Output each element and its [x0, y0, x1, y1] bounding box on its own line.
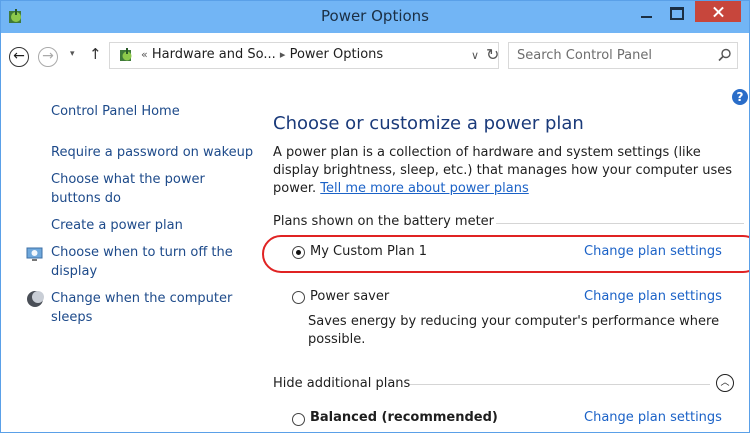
- sidebar: Control Panel Home Require a password on…: [1, 87, 256, 432]
- chevron-down-icon: ∨: [471, 49, 480, 62]
- back-button[interactable]: ←: [9, 47, 29, 67]
- sidebar-item-require-password[interactable]: Require a password on wakeup: [51, 143, 253, 162]
- search-placeholder: Search Control Panel: [517, 48, 652, 63]
- page-title: Choose or customize a power plan: [273, 113, 584, 134]
- breadcrumb: « Hardware and So... ▸ Power Options: [141, 47, 383, 62]
- navigation-bar: ← → ▾ ↑ « Hardware and So... ▸ Power Opt…: [1, 33, 749, 87]
- chevron-up-icon: ︿: [720, 378, 730, 388]
- sidebar-item-label: sleeps: [51, 310, 93, 325]
- sidebar-item-label: Change when the computer: [51, 291, 233, 306]
- sidebar-item-label: Create a power plan: [51, 218, 183, 233]
- section-divider: [410, 384, 710, 385]
- sidebar-item-computer-sleeps[interactable]: Change when the computer sleeps: [51, 289, 232, 327]
- section-heading-battery-plans: Plans shown on the battery meter: [273, 214, 495, 229]
- up-arrow-icon: ↑: [89, 45, 102, 63]
- sidebar-item-label: buttons do: [51, 191, 121, 206]
- change-plan-settings-link[interactable]: Change plan settings: [584, 289, 722, 304]
- sidebar-item-label: Choose when to turn off the: [51, 245, 233, 260]
- title-bar[interactable]: Power Options: [1, 1, 749, 33]
- plan-radio-my-custom-plan[interactable]: [292, 246, 305, 259]
- forward-button[interactable]: →: [38, 47, 58, 67]
- search-icon[interactable]: [717, 47, 733, 63]
- sidebar-item-turn-off-display[interactable]: Choose when to turn off the display: [51, 243, 233, 281]
- breadcrumb-overflow[interactable]: «: [141, 48, 148, 61]
- control-panel-icon: [120, 48, 132, 61]
- address-bar[interactable]: « Hardware and So... ▸ Power Options ∨ ↻: [109, 42, 499, 69]
- page-description: A power plan is a collection of hardware…: [273, 144, 743, 198]
- up-button[interactable]: ↑: [89, 45, 102, 63]
- sidebar-item-label: display: [51, 264, 98, 279]
- main-content: ? Choose or customize a power plan A pow…: [256, 87, 749, 432]
- display-icon: [26, 247, 43, 261]
- refresh-icon: ↻: [486, 45, 500, 64]
- breadcrumb-power-options[interactable]: Power Options: [290, 47, 384, 62]
- sidebar-item-label: Require a password on wakeup: [51, 145, 254, 160]
- minimize-button[interactable]: [633, 1, 659, 25]
- plan-name-power-saver[interactable]: Power saver: [310, 289, 389, 304]
- section-divider: [496, 223, 744, 224]
- back-arrow-icon: ←: [13, 48, 25, 64]
- refresh-button[interactable]: ↻: [486, 45, 499, 64]
- collapse-plans-button[interactable]: ︿: [716, 374, 734, 392]
- change-plan-settings-link[interactable]: Change plan settings: [584, 410, 722, 425]
- breadcrumb-hardware-and-sound[interactable]: Hardware and So...: [152, 47, 276, 62]
- sidebar-item-create-power-plan[interactable]: Create a power plan: [51, 216, 183, 235]
- plan-description-power-saver: Saves energy by reducing your computer's…: [308, 314, 720, 347]
- recent-locations-dropdown[interactable]: ▾: [70, 49, 75, 59]
- section-heading-hidden-plans[interactable]: Hide additional plans: [273, 376, 410, 391]
- sleep-moon-icon: [27, 291, 44, 307]
- breadcrumb-separator[interactable]: ▸: [280, 48, 286, 61]
- chevron-down-icon: ▾: [70, 49, 75, 59]
- change-plan-settings-link[interactable]: Change plan settings: [584, 244, 722, 259]
- sidebar-item-label: Choose what the power: [51, 172, 205, 187]
- plan-name-my-custom-plan[interactable]: My Custom Plan 1: [310, 244, 427, 259]
- forward-arrow-icon: →: [42, 48, 54, 64]
- sidebar-item-power-buttons[interactable]: Choose what the power buttons do: [51, 170, 205, 208]
- help-icon[interactable]: ?: [732, 89, 748, 105]
- plan-name-balanced[interactable]: Balanced (recommended): [310, 410, 498, 425]
- maximize-button[interactable]: [663, 1, 689, 25]
- learn-more-link[interactable]: Tell me more about power plans: [320, 181, 528, 196]
- close-button[interactable]: [695, 1, 741, 22]
- plan-radio-power-saver[interactable]: [292, 291, 305, 304]
- plan-radio-balanced[interactable]: [292, 413, 305, 426]
- power-options-window: Power Options ← → ▾ ↑ « Hardware and So.…: [0, 0, 750, 433]
- address-dropdown[interactable]: ∨: [471, 49, 479, 62]
- search-input[interactable]: Search Control Panel: [508, 42, 738, 69]
- sidebar-item-control-panel-home[interactable]: Control Panel Home: [51, 102, 180, 121]
